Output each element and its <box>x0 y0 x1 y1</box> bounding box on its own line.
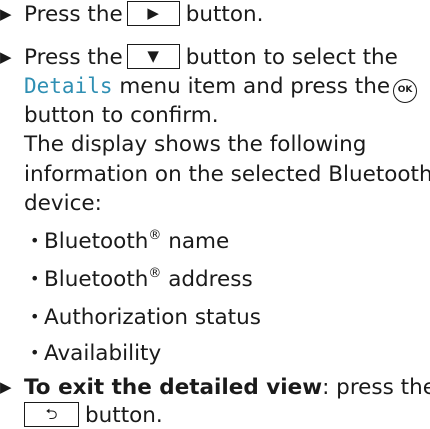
step-1: ▶ Press the ▶ button. <box>0 1 263 28</box>
list-item: • Bluetooth® name <box>30 227 229 255</box>
menu-item-details: Details <box>24 74 113 98</box>
step-arrow-icon: ▶ <box>0 48 12 66</box>
list-item: • Bluetooth® address <box>30 265 253 293</box>
step-2: ▶ Press the ▼ button to select the <box>0 44 398 71</box>
step-2-desc-2: information on the selected Bluetooth® <box>24 161 430 188</box>
step-2-line-2: Details menu item and press the OK <box>24 73 418 103</box>
step-3-rest-text: : press the <box>322 375 430 400</box>
list-item-suffix: name <box>161 229 230 254</box>
bullet-icon: • <box>30 269 40 288</box>
right-arrow-icon: ▶ <box>147 4 159 22</box>
step-3-post-text: button. <box>85 403 163 428</box>
step-2-desc-1: The display shows the following <box>24 131 366 158</box>
registered-mark: ® <box>148 228 162 243</box>
step-2-tail-text: button to confirm. <box>24 103 219 128</box>
step-1-text-pre: Press the <box>24 2 123 27</box>
step-2-line-3: button to confirm. <box>24 102 219 129</box>
list-item: • Authorization status <box>30 303 261 331</box>
list-item-suffix: address <box>161 267 253 292</box>
list-item-text: Authorization status <box>44 305 261 330</box>
desc-line-3: device: <box>24 191 102 216</box>
list-item: • Availability <box>30 339 161 367</box>
step-2-text-post: button to select the <box>185 45 398 70</box>
step-3: ▶ To exit the detailed view: press the <box>0 374 430 401</box>
step-arrow-icon: ▶ <box>0 378 12 396</box>
desc-line-2: information on the selected Bluetooth <box>24 162 430 187</box>
step-2-mid-text: menu item and press the <box>119 74 391 99</box>
step-1-text-post: button. <box>185 2 264 27</box>
step-2-desc-3: device: <box>24 190 102 217</box>
list-item-text: Bluetooth <box>44 229 149 254</box>
registered-mark: ® <box>148 266 162 281</box>
back-key: ⮌ <box>24 402 79 427</box>
step-arrow-icon: ▶ <box>0 5 12 23</box>
bullet-icon: • <box>30 307 40 326</box>
bullet-icon: • <box>30 231 40 250</box>
step-3-line-2: ⮌ button. <box>24 402 163 429</box>
bullet-icon: • <box>30 343 40 362</box>
step-3-bold-text: To exit the detailed view <box>24 375 323 400</box>
step-2-text-pre: Press the <box>24 45 123 70</box>
list-item-text: Availability <box>44 341 162 366</box>
down-arrow-icon: ▼ <box>147 47 159 65</box>
list-item-text: Bluetooth <box>44 267 149 292</box>
ok-button-icon: OK <box>393 79 418 103</box>
desc-line-1: The display shows the following <box>24 132 367 157</box>
down-key: ▼ <box>126 44 180 69</box>
right-key: ▶ <box>126 1 180 26</box>
back-arrow-icon: ⮌ <box>45 405 58 423</box>
